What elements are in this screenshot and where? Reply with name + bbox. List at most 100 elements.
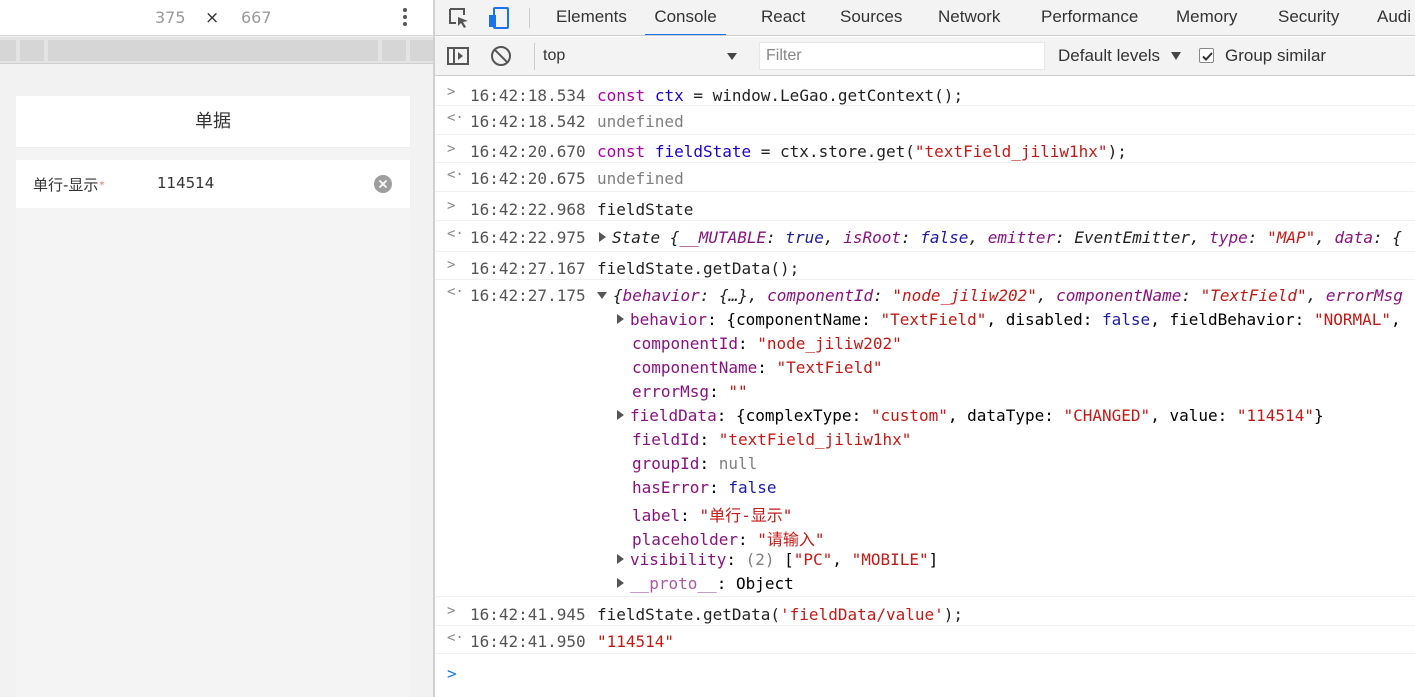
- dimension-times-icon: ×: [205, 8, 220, 28]
- filter-box[interactable]: [759, 42, 1045, 70]
- timestamp: 16:42:22.968: [470, 200, 586, 219]
- console-output-row: <· 16:42:18.542 undefined: [435, 106, 1415, 135]
- output-chevron-icon: <·: [447, 110, 464, 126]
- media-query-ruler: [0, 37, 433, 64]
- object-property-row: errorMsg: "": [632, 382, 748, 401]
- tab-audits[interactable]: Audi: [1377, 0, 1411, 35]
- devtools-panel: Elements Console React Sources Network P…: [435, 0, 1415, 697]
- console-code[interactable]: fieldState.getData();: [597, 259, 799, 278]
- toolbar-divider: [529, 8, 530, 28]
- timestamp: 16:42:18.542: [470, 112, 586, 131]
- ruler-segment: [410, 40, 433, 61]
- input-chevron-icon: >: [447, 84, 456, 100]
- tab-react[interactable]: React: [761, 0, 805, 35]
- clear-console-icon[interactable]: [491, 46, 511, 66]
- ruler-segment: [48, 40, 378, 61]
- input-chevron-icon: >: [447, 257, 456, 273]
- expand-triangle-icon[interactable]: [617, 578, 624, 588]
- console-input-row: > 16:42:41.945 fieldState.getData('field…: [435, 597, 1415, 626]
- device-height-value[interactable]: 667: [241, 8, 272, 27]
- timestamp: 16:42:41.945: [470, 605, 586, 624]
- timestamp: 16:42:20.675: [470, 169, 586, 188]
- console-result: "114514": [597, 632, 675, 651]
- form-title: 单据: [16, 96, 410, 148]
- group-similar-label: Group similar: [1225, 46, 1327, 65]
- device-width-value[interactable]: 375: [155, 8, 186, 27]
- object-property-row: componentId: "node_jiliw202": [632, 334, 902, 353]
- console-input-row: > 16:42:18.534 const ctx = window.LeGao.…: [435, 77, 1415, 106]
- object-property-row: placeholder: "请输入": [632, 530, 825, 549]
- timestamp: 16:42:18.534: [470, 86, 586, 105]
- more-options-icon[interactable]: [399, 6, 411, 30]
- object-property-row: fieldId: "textField_jiliw1hx": [632, 430, 912, 449]
- tab-network[interactable]: Network: [938, 0, 1000, 35]
- console-output-row: <· 16:42:41.950 "114514": [435, 626, 1415, 654]
- console-sidebar-toggle-icon[interactable]: [447, 47, 469, 65]
- tab-console[interactable]: Console: [645, 0, 726, 35]
- input-chevron-icon: >: [447, 141, 456, 157]
- console-result: undefined: [597, 112, 684, 131]
- required-mark: *: [99, 180, 105, 191]
- object-property-row: groupId: null: [632, 454, 758, 473]
- timestamp: 16:42:20.670: [470, 142, 586, 161]
- tab-elements[interactable]: Elements: [556, 0, 627, 35]
- object-property-row[interactable]: visibility: (2) ["PC", "MOBILE"]: [617, 550, 938, 569]
- device-toolbar-icon[interactable]: [487, 6, 511, 30]
- output-chevron-icon: <·: [447, 226, 464, 242]
- expand-triangle-icon[interactable]: [617, 410, 624, 420]
- console-output-row: <· 16:42:27.175 {behavior: {…}, componen…: [435, 280, 1415, 597]
- console-code[interactable]: fieldState.getData('fieldData/value');: [597, 605, 963, 624]
- tab-memory[interactable]: Memory: [1176, 0, 1237, 35]
- output-chevron-icon: <·: [447, 630, 464, 646]
- input-chevron-icon: >: [447, 198, 456, 214]
- console-output-row: <· 16:42:20.675 undefined: [435, 163, 1415, 192]
- chevron-down-icon[interactable]: [1171, 52, 1181, 60]
- console-code[interactable]: const fieldState = ctx.store.get("textFi…: [597, 142, 1127, 161]
- field-label-text: 单行-显示: [33, 176, 99, 194]
- console-code[interactable]: const ctx = window.LeGao.getContext();: [597, 86, 963, 105]
- device-preview-pane: 375 × 667 单据 单行-显示* 114514: [0, 0, 433, 697]
- filter-input[interactable]: [766, 47, 1036, 65]
- tab-security[interactable]: Security: [1278, 0, 1339, 35]
- input-chevron-icon: >: [447, 603, 456, 619]
- tab-sources[interactable]: Sources: [840, 0, 902, 35]
- context-selector[interactable]: top: [534, 43, 741, 70]
- console-output-row: <· 16:42:22.975 State {__MUTABLE: true, …: [435, 221, 1415, 252]
- console-toolbar: top Default levels Group similar: [435, 37, 1415, 76]
- device-dimensions-bar: 375 × 667: [0, 0, 433, 36]
- ruler-segment: [0, 40, 16, 61]
- expand-triangle-icon[interactable]: [617, 554, 624, 564]
- object-property-row: hasError: false: [632, 478, 777, 497]
- inspect-element-icon[interactable]: [447, 6, 471, 30]
- timestamp: 16:42:22.975: [470, 228, 586, 247]
- output-chevron-icon: <·: [447, 284, 464, 300]
- console-result: undefined: [597, 169, 684, 188]
- object-preview[interactable]: State {__MUTABLE: true, isRoot: false, e…: [599, 228, 1402, 247]
- console-messages: > 16:42:18.534 const ctx = window.LeGao.…: [435, 77, 1415, 697]
- expand-triangle-icon[interactable]: [599, 232, 606, 242]
- console-code[interactable]: fieldState: [597, 200, 693, 219]
- console-input-row: > 16:42:20.670 const fieldState = ctx.st…: [435, 135, 1415, 163]
- field-label: 单行-显示*: [33, 174, 104, 195]
- tab-performance[interactable]: Performance: [1041, 0, 1138, 35]
- console-prompt-icon[interactable]: >: [447, 664, 457, 683]
- text-field-row[interactable]: 单行-显示* 114514: [16, 160, 410, 208]
- timestamp: 16:42:27.175: [470, 286, 586, 305]
- clear-input-icon[interactable]: [374, 175, 392, 193]
- object-property-row[interactable]: fieldData: {complexType: "custom", dataT…: [617, 406, 1324, 425]
- expand-triangle-icon[interactable]: [617, 314, 624, 324]
- timestamp: 16:42:41.950: [470, 632, 586, 651]
- output-chevron-icon: <·: [447, 167, 464, 183]
- ruler-segment: [20, 40, 44, 61]
- collapse-triangle-icon[interactable]: [597, 292, 607, 299]
- text-field-input[interactable]: 114514: [157, 174, 214, 192]
- console-input-row: > 16:42:27.167 fieldState.getData();: [435, 252, 1415, 280]
- object-property-row[interactable]: __proto__: Object: [617, 574, 794, 593]
- object-property-row[interactable]: behavior: {componentName: "TextField", d…: [617, 310, 1401, 329]
- log-levels-dropdown[interactable]: Default levels: [1058, 46, 1160, 66]
- object-preview[interactable]: {behavior: {…}, componentId: "node_jiliw…: [597, 286, 1403, 305]
- ruler-segment: [382, 40, 406, 61]
- group-similar-checkbox[interactable]: [1199, 48, 1214, 63]
- console-input-row: > 16:42:22.968 fieldState: [435, 192, 1415, 221]
- devtools-tab-bar: Elements Console React Sources Network P…: [435, 0, 1415, 36]
